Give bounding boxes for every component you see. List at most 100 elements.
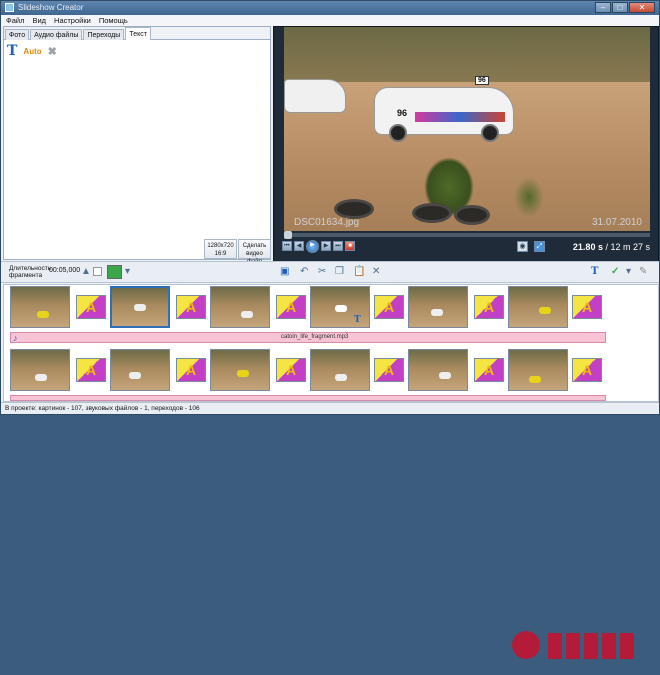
window-controls: – □ ✕	[595, 2, 655, 14]
playback-controls: ⏮ ◀ ▶ ▶ ⏭ ■	[282, 240, 355, 253]
slide-thumbnail[interactable]	[10, 286, 70, 328]
transition-thumbnail[interactable]: A	[374, 358, 404, 382]
tab-text[interactable]: Текст	[125, 27, 151, 40]
slide-thumbnail[interactable]	[408, 286, 468, 328]
delete-icon[interactable]: ✕	[372, 267, 380, 277]
slide-thumbnail[interactable]	[508, 286, 568, 328]
tire-barrier	[454, 205, 490, 225]
menu-help[interactable]: Помощь	[99, 15, 128, 26]
left-panel: Фото Аудио файлы Переходы Текст T Auto ✖…	[3, 26, 271, 265]
transition-thumbnail[interactable]: A	[276, 358, 306, 382]
slide-thumbnail[interactable]	[310, 349, 370, 391]
close-button[interactable]: ✕	[629, 2, 655, 13]
music-note-icon: ♪	[13, 333, 18, 343]
cut-icon[interactable]: ✂	[318, 267, 326, 277]
transition-thumbnail[interactable]: A	[374, 295, 404, 319]
delete-text-icon[interactable]: ✖	[48, 45, 57, 58]
play-button[interactable]: ▶	[306, 240, 319, 253]
transition-thumbnail[interactable]: A	[176, 358, 206, 382]
preview-tools: ◉ ⤢	[517, 241, 545, 252]
check-icon[interactable]: ✓	[611, 267, 619, 277]
tab-photo[interactable]: Фото	[5, 29, 30, 40]
slide-thumbnail[interactable]	[210, 286, 270, 328]
seek-knob[interactable]	[284, 231, 292, 239]
preview-date: 31.07.2010	[591, 217, 642, 228]
time-display: 21.80 s / 12 m 27 s	[573, 242, 650, 252]
tab-transitions[interactable]: Переходы	[83, 29, 125, 40]
car-stripe	[415, 112, 505, 122]
prev-frame-button[interactable]: ◀	[294, 241, 304, 251]
transition-thumbnail[interactable]: A	[572, 358, 602, 382]
dropdown-icon[interactable]: ▾	[125, 267, 130, 277]
slide-thumbnail[interactable]	[408, 349, 468, 391]
slide-thumbnail[interactable]	[310, 286, 370, 328]
menu-settings[interactable]: Настройки	[54, 15, 91, 26]
spin-icon[interactable]: ▲	[81, 267, 91, 277]
menu-file[interactable]: Файл	[6, 15, 24, 26]
front-wheel	[389, 124, 407, 142]
next-frame-button[interactable]: ▶	[321, 241, 331, 251]
minimize-button[interactable]: –	[595, 2, 611, 13]
transition-thumbnail[interactable]: A	[76, 295, 106, 319]
make-video-label-1: Сделать	[242, 243, 267, 249]
car-number-roof: 96	[475, 76, 489, 85]
transition-thumbnail[interactable]: A	[474, 358, 504, 382]
last-frame-button[interactable]: ⏭	[333, 241, 343, 251]
slide-thumbnail[interactable]	[10, 349, 70, 391]
audio-track-row2[interactable]	[10, 395, 606, 401]
time-total: / 12 m 27 s	[605, 242, 650, 252]
tab-audio[interactable]: Аудио файлы	[30, 29, 83, 40]
transition-thumbnail[interactable]: A	[276, 295, 306, 319]
tab-strip: Фото Аудио файлы Переходы Текст	[4, 27, 270, 40]
transition-thumbnail[interactable]: A	[572, 295, 602, 319]
tools-icon[interactable]: ✎	[639, 267, 647, 277]
auto-text-button[interactable]: Auto	[23, 47, 41, 56]
paste-icon[interactable]: 📋	[353, 267, 365, 277]
rally-car: 96 96	[374, 76, 514, 142]
make-video-button[interactable]: Сделать видео файл	[238, 239, 271, 265]
window-title: Slideshow Creator	[18, 3, 84, 12]
dropdown-icon-2[interactable]: ▾	[626, 267, 631, 277]
timeline[interactable]: A A A T A A A ♪ catoin_life_fragment.mp3…	[3, 284, 659, 659]
transition-thumbnail[interactable]: A	[176, 295, 206, 319]
undo-icon[interactable]: ↶	[300, 267, 308, 277]
bush-small	[514, 177, 544, 217]
slide-thumbnail[interactable]	[210, 349, 270, 391]
stop-button[interactable]: ■	[345, 241, 355, 251]
tire-barrier	[334, 199, 374, 219]
preview-panel: 96 96 DSC01634.jpg 31.07.2010 ⏮ ◀ ▶ ▶ ⏭ …	[273, 26, 659, 262]
preview-filename: DSC01634.jpg	[294, 217, 360, 228]
slide-thumbnail[interactable]	[508, 349, 568, 391]
first-frame-button[interactable]: ⏮	[282, 241, 292, 251]
duration-value[interactable]: 00:05,000	[49, 267, 80, 274]
car-number: 96	[397, 108, 408, 118]
save-icon[interactable]: ▣	[280, 267, 289, 277]
duration-label: Длительность фрагмента	[9, 265, 52, 279]
seek-bar[interactable]	[284, 231, 650, 239]
preview-image: 96 96 DSC01634.jpg 31.07.2010	[284, 27, 650, 231]
copy-icon[interactable]: ❐	[335, 267, 344, 277]
app-icon	[5, 3, 14, 12]
status-text: В проекте: картинок - 107, звуковых файл…	[5, 405, 200, 412]
timeline-toolbar: Длительность фрагмента 00:05,000 ▲ ▾ ▣ ↶…	[1, 261, 659, 283]
status-bar: В проекте: картинок - 107, звуковых файл…	[1, 402, 659, 414]
slide-thumbnail[interactable]	[110, 349, 170, 391]
transition-thumbnail[interactable]: A	[474, 295, 504, 319]
fullscreen-icon[interactable]: ⤢	[534, 241, 545, 252]
checkbox-icon[interactable]	[93, 267, 102, 276]
text-marker-icon: T	[354, 315, 361, 325]
rear-wheel	[481, 124, 499, 142]
menu-view[interactable]: Вид	[32, 15, 46, 26]
snapshot-icon[interactable]: ◉	[517, 241, 528, 252]
add-text-icon[interactable]: T	[7, 43, 17, 59]
pinterest-watermark	[512, 631, 634, 659]
text-icon[interactable]: T	[591, 267, 598, 277]
lock-icon[interactable]	[107, 265, 122, 279]
text-toolbar: T Auto ✖	[7, 43, 57, 59]
resolution-label: 1280x720	[207, 243, 234, 249]
audio-track[interactable]: ♪ catoin_life_fragment.mp3	[10, 332, 606, 343]
maximize-button[interactable]: □	[612, 2, 628, 13]
slide-thumbnail-selected[interactable]	[110, 286, 170, 328]
transition-thumbnail[interactable]: A	[76, 358, 106, 382]
resolution-button[interactable]: 1280x720 16:9	[204, 239, 237, 259]
